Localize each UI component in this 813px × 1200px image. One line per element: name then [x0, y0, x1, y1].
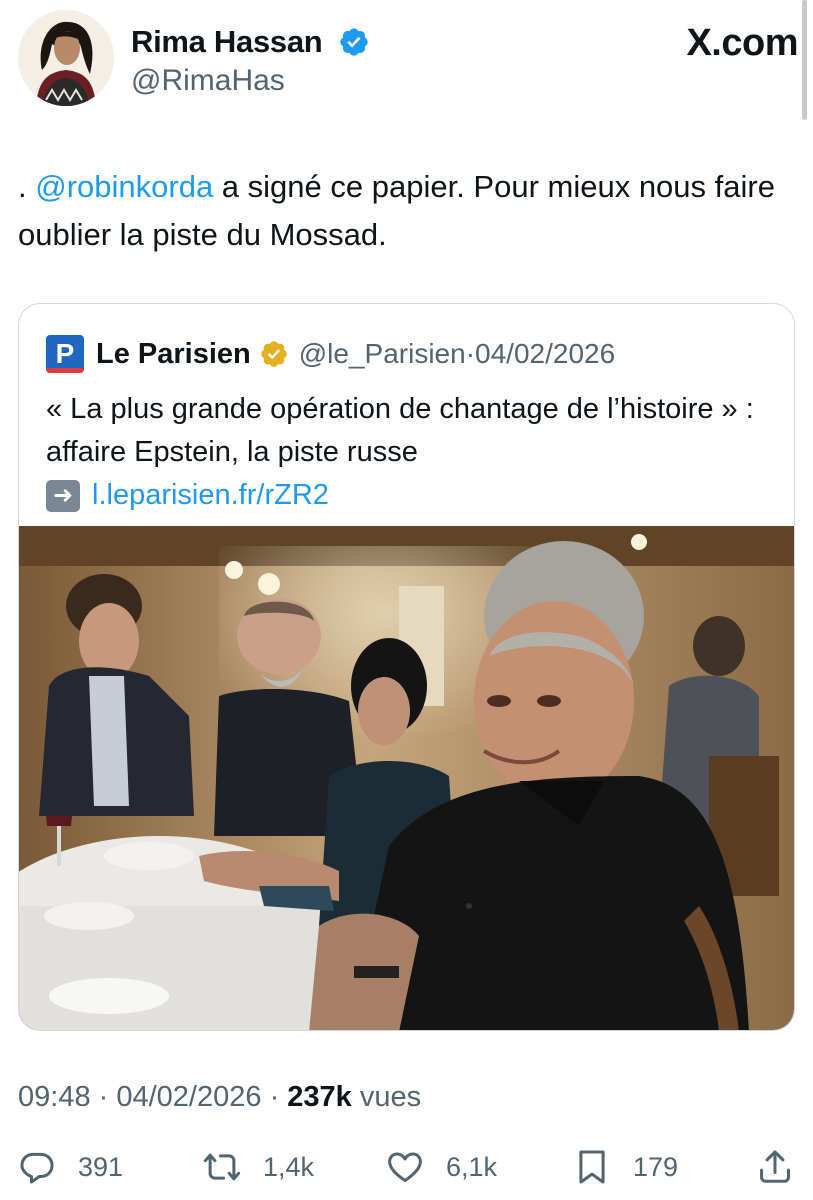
share-button[interactable]	[756, 1148, 794, 1186]
author-handle[interactable]: @RimaHas	[131, 64, 285, 98]
tweet-meta: 09:48 · 04/02/2026 · 237k vues	[18, 1081, 421, 1114]
quote-link-row: ➜ l.leparisien.fr/rZR2	[46, 474, 786, 517]
repost-icon	[203, 1153, 241, 1181]
quote-text-block: « La plus grande opération de chantage d…	[46, 388, 786, 517]
action-bar: 391 1,4k 6,1k 179	[18, 1148, 798, 1190]
source-label: X.com	[686, 22, 798, 64]
reply-button[interactable]: 391	[18, 1148, 123, 1186]
quote-header: P Le Parisien @le_Parisien · 04/02/2026	[46, 334, 615, 374]
reply-count: 391	[78, 1151, 124, 1182]
quote-handle[interactable]: @le_Parisien	[299, 338, 466, 370]
bookmark-button[interactable]: 179	[573, 1148, 678, 1186]
verified-badge-icon	[340, 28, 368, 56]
quoted-tweet[interactable]: P Le Parisien @le_Parisien · 04/02/2026 …	[18, 303, 795, 1031]
author-name[interactable]: Rima Hassan	[131, 24, 323, 60]
tweet-header: Rima Hassan @RimaHas X.com	[18, 10, 798, 110]
bookmark-icon	[579, 1150, 605, 1184]
bookmark-count: 179	[633, 1151, 679, 1182]
tweet-text: . @robinkorda a signé ce papier. Pour mi…	[18, 163, 788, 259]
like-count: 6,1k	[446, 1151, 498, 1182]
quote-date[interactable]: 04/02/2026	[475, 338, 615, 370]
share-icon	[760, 1150, 790, 1183]
repost-count: 1,4k	[263, 1151, 315, 1182]
tweet-prefix: .	[18, 169, 36, 204]
le-parisien-logo[interactable]: P	[46, 335, 84, 373]
avatar[interactable]	[18, 10, 114, 106]
heart-icon	[388, 1152, 422, 1182]
meta-separator: ·	[90, 1081, 117, 1113]
views-label: vues	[351, 1081, 422, 1113]
quote-text: « La plus grande opération de chantage d…	[46, 393, 754, 468]
tweet-date[interactable]: 04/02/2026	[116, 1081, 261, 1113]
quote-account-name[interactable]: Le Parisien	[96, 338, 251, 371]
quote-link[interactable]: l.leparisien.fr/rZR2	[92, 474, 329, 517]
views-count[interactable]: 237k	[287, 1081, 352, 1113]
quote-separator: ·	[465, 338, 476, 369]
quote-photo[interactable]	[19, 526, 795, 1031]
like-button[interactable]: 6,1k	[386, 1148, 497, 1186]
repost-button[interactable]: 1,4k	[203, 1148, 314, 1186]
logo-letter: P	[55, 338, 75, 369]
right-arrow-icon: ➜	[46, 479, 80, 512]
scrollbar[interactable]	[802, 0, 807, 120]
verified-gold-badge-icon	[260, 341, 287, 367]
reply-icon	[20, 1152, 54, 1184]
meta-separator: ·	[261, 1081, 288, 1113]
tweet-time[interactable]: 09:48	[18, 1081, 91, 1113]
mention-link[interactable]: @robinkorda	[35, 169, 213, 204]
